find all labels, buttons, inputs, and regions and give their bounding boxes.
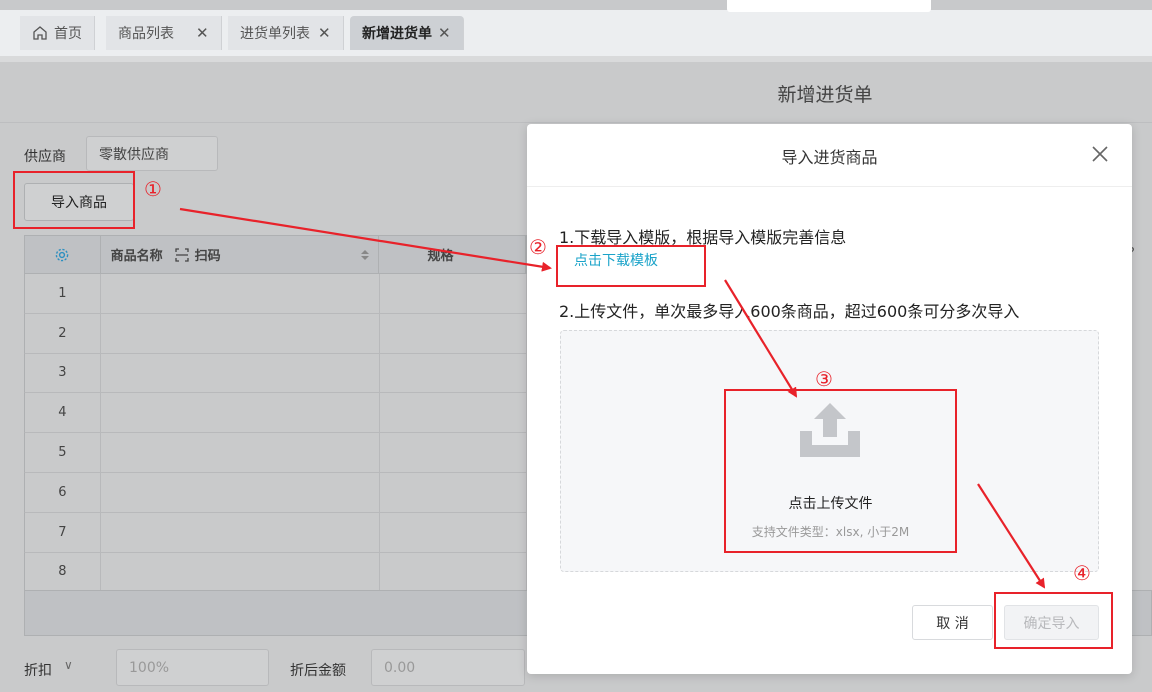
supplier-label: 供应商	[24, 149, 66, 165]
tab-purchase-order-list[interactable]: 进货单列表 ✕	[228, 16, 344, 50]
discount-input[interactable]: 100%	[116, 649, 269, 686]
sort-icon[interactable]	[360, 249, 370, 261]
table-row: 4	[24, 393, 527, 434]
close-icon[interactable]: ✕	[196, 24, 209, 42]
tab-home[interactable]: 首页	[20, 16, 95, 50]
annotation-box-1	[13, 171, 135, 229]
annotation-box-4	[994, 592, 1113, 649]
cell-product-name[interactable]	[101, 552, 381, 592]
dialog-title: 导入进货商品	[781, 148, 878, 167]
table-row: 8	[24, 552, 527, 593]
annotation-number-2: ②	[529, 235, 547, 259]
table-row: 1	[24, 274, 527, 314]
discount-label: 折扣	[24, 663, 52, 679]
table-row: 7	[24, 512, 527, 553]
page-title: 新增进货单	[777, 84, 873, 106]
cell-product-name[interactable]	[101, 353, 381, 393]
row-number: 4	[25, 393, 101, 433]
cell-product-name[interactable]	[101, 393, 381, 433]
header-spec: 规格	[427, 249, 454, 264]
cell-spec[interactable]	[380, 512, 527, 552]
row-number: 8	[25, 552, 101, 592]
close-icon[interactable]: ✕	[438, 24, 451, 42]
row-number: 1	[25, 274, 101, 313]
tab-product-list-label: 商品列表	[118, 26, 174, 42]
annotation-box-2	[556, 245, 706, 287]
table-row: 3	[24, 353, 527, 394]
tab-product-list[interactable]: 商品列表 ✕	[106, 16, 222, 50]
gear-icon[interactable]	[54, 247, 70, 263]
close-icon[interactable]	[1090, 144, 1110, 164]
cell-product-name[interactable]	[101, 512, 381, 552]
products-table: 商品名称 扫码 规格 12345678	[24, 235, 527, 593]
cell-product-name[interactable]	[101, 313, 381, 353]
cell-spec[interactable]	[380, 313, 527, 353]
table-row: 6	[24, 472, 527, 513]
tab-new-purchase-order-label: 新增进货单	[362, 26, 432, 42]
cell-spec[interactable]	[380, 274, 527, 313]
cell-product-name[interactable]	[101, 274, 381, 313]
cell-spec[interactable]	[380, 472, 527, 512]
close-icon[interactable]: ✕	[318, 24, 331, 42]
row-number: 6	[25, 472, 101, 512]
home-icon	[33, 26, 47, 40]
divider	[0, 122, 1152, 123]
step-2-text: 2.上传文件，单次最多导入600条商品，超过600条可分多次导入	[559, 302, 1020, 321]
cell-product-name[interactable]	[101, 472, 381, 512]
row-number: 5	[25, 433, 101, 472]
tab-purchase-order-list-label: 进货单列表	[240, 26, 310, 42]
header-product-name: 商品名称	[110, 249, 163, 264]
row-number: 2	[25, 313, 101, 353]
header-scan[interactable]: 扫码	[195, 245, 221, 264]
table-header: 商品名称 扫码 规格	[24, 235, 527, 274]
chevron-down-icon[interactable]: ∨	[64, 658, 73, 672]
row-number: 7	[25, 512, 101, 552]
table-row: 2	[24, 313, 527, 354]
cell-spec[interactable]	[380, 353, 527, 393]
annotation-box-3	[724, 389, 957, 553]
cell-spec[interactable]	[380, 393, 527, 433]
annotation-number-3: ③	[815, 367, 833, 391]
column-product-name[interactable]: 商品名称 扫码	[101, 236, 380, 273]
table-row: 5	[24, 433, 527, 473]
tab-bar: 首页 商品列表 ✕ 进货单列表 ✕ 新增进货单 ✕	[0, 0, 1152, 56]
scan-icon[interactable]	[175, 247, 189, 262]
annotation-number-4: ④	[1073, 561, 1091, 585]
after-discount-input[interactable]: 0.00	[371, 649, 525, 686]
column-settings[interactable]	[25, 236, 101, 273]
top-strip	[0, 0, 1152, 10]
row-number: 3	[25, 353, 101, 393]
cancel-button[interactable]: 取 消	[912, 605, 993, 640]
annotation-number-1: ①	[144, 177, 162, 201]
cell-spec[interactable]	[380, 552, 527, 592]
top-popup	[727, 0, 931, 12]
after-discount-label: 折后金额	[290, 663, 346, 679]
cell-product-name[interactable]	[101, 433, 381, 472]
tab-new-purchase-order[interactable]: 新增进货单 ✕	[350, 16, 464, 50]
divider	[527, 186, 1132, 187]
tab-home-label: 首页	[54, 26, 82, 42]
column-spec: 规格	[379, 236, 526, 273]
cell-spec[interactable]	[380, 433, 527, 472]
supplier-select[interactable]: 零散供应商	[86, 136, 218, 171]
